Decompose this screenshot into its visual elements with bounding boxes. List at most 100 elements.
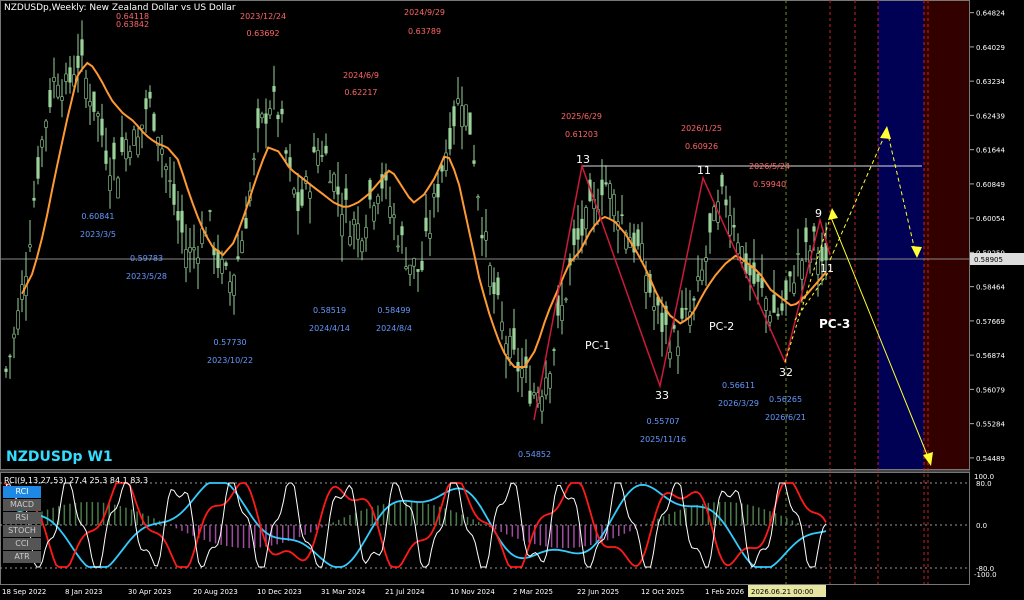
histogram-bar bbox=[483, 524, 486, 525]
histogram-bar bbox=[125, 507, 127, 525]
price-bar bbox=[228, 281, 232, 293]
histogram-bar bbox=[562, 525, 564, 549]
price-bar bbox=[544, 377, 548, 396]
price-bar bbox=[360, 240, 364, 253]
swing-label: 13 bbox=[576, 153, 590, 166]
price-bar bbox=[580, 218, 584, 236]
price-bar bbox=[396, 245, 400, 248]
rci-button[interactable]: RCI bbox=[3, 486, 41, 498]
histogram-bar bbox=[46, 509, 49, 525]
cci-button[interactable]: CCI bbox=[3, 538, 41, 550]
price-bar bbox=[152, 113, 156, 131]
atr-button[interactable]: ATR bbox=[3, 551, 41, 563]
price-tick-label: 0.54489 bbox=[976, 455, 1005, 463]
low-annotation: 0.57730 2023/10/22 bbox=[207, 338, 254, 365]
rsi-button[interactable]: RSI bbox=[3, 512, 41, 524]
histogram-bar bbox=[461, 514, 463, 525]
histogram-bar bbox=[724, 501, 726, 525]
price-bar bbox=[56, 84, 60, 98]
price-bar bbox=[684, 308, 688, 310]
price-bar bbox=[64, 73, 68, 82]
price-bar bbox=[700, 269, 704, 281]
price-bar bbox=[300, 189, 304, 206]
time-tick-label: 18 Sep 2022 bbox=[2, 588, 46, 596]
histogram-bar bbox=[450, 510, 452, 525]
price-bar bbox=[768, 315, 772, 323]
current-price-text: 0.58905 bbox=[974, 256, 1003, 264]
price-bar bbox=[788, 271, 792, 277]
histogram-bar bbox=[590, 525, 592, 546]
price-bar bbox=[132, 129, 136, 146]
price-tick-label: 0.56874 bbox=[976, 352, 1005, 360]
price-bar bbox=[112, 142, 116, 160]
price-bar bbox=[16, 310, 20, 330]
price-bar bbox=[564, 298, 568, 301]
price-bar bbox=[812, 226, 816, 232]
price-tick-label: 0.64824 bbox=[976, 10, 1005, 18]
price-bar bbox=[40, 139, 44, 148]
histogram-bar bbox=[102, 502, 105, 525]
chart-canvas[interactable]: 0.64824 0.64029 0.63234 0.62439 0.61644 0.608… bbox=[0, 0, 1024, 600]
price-bar bbox=[148, 91, 152, 99]
crosshair-time: 2026.06.21 00:00 bbox=[751, 588, 813, 596]
price-bar bbox=[784, 280, 788, 300]
histogram-bar bbox=[170, 525, 172, 526]
price-bar bbox=[776, 313, 780, 317]
histogram-bar bbox=[203, 525, 206, 540]
price-bar bbox=[256, 108, 260, 129]
histogram-bar bbox=[382, 504, 385, 525]
price-bar bbox=[680, 307, 684, 319]
histogram-bar bbox=[455, 512, 458, 525]
histogram-bar bbox=[752, 505, 754, 525]
price-bar bbox=[176, 211, 180, 221]
price-bar bbox=[220, 259, 224, 274]
price-bar bbox=[188, 247, 192, 253]
price-bar bbox=[364, 227, 368, 239]
pattern-label: PC-3 bbox=[819, 317, 851, 331]
price-bar bbox=[344, 188, 348, 200]
price-bar bbox=[456, 98, 460, 104]
price-bar bbox=[68, 67, 72, 83]
histogram-bar bbox=[97, 502, 99, 525]
price-bar bbox=[612, 194, 616, 217]
price-bar bbox=[196, 257, 200, 264]
histogram-bar bbox=[662, 516, 665, 525]
price-bar bbox=[144, 98, 148, 110]
price-bar bbox=[12, 333, 16, 339]
price-bar bbox=[52, 76, 56, 82]
histogram-bar bbox=[69, 503, 71, 525]
histogram-bar bbox=[147, 515, 150, 525]
time-tick-label: 20 Aug 2023 bbox=[193, 588, 238, 596]
histogram-bar bbox=[629, 525, 631, 532]
price-bar bbox=[348, 236, 352, 246]
pattern-label: PC-2 bbox=[709, 320, 735, 333]
histogram-bar bbox=[231, 525, 234, 547]
time-tick-label: 22 Jun 2025 bbox=[577, 588, 619, 596]
macd-button[interactable]: MACD bbox=[3, 499, 41, 511]
price-bar bbox=[696, 276, 700, 282]
histogram-bar bbox=[63, 504, 66, 525]
histogram-bar bbox=[276, 525, 278, 545]
price-bar bbox=[128, 151, 132, 159]
price-bar bbox=[484, 231, 488, 241]
high-annotation: 2024/6/9 0.62217 bbox=[343, 71, 379, 97]
histogram-bar bbox=[242, 525, 245, 549]
stoch-button[interactable]: STOCH bbox=[3, 525, 41, 537]
projection-line bbox=[784, 211, 833, 363]
moving-average-line bbox=[21, 61, 827, 368]
price-bar bbox=[352, 218, 356, 226]
histogram-bar bbox=[494, 525, 497, 530]
price-bar bbox=[620, 214, 624, 216]
price-bar bbox=[108, 175, 112, 191]
price-bar bbox=[280, 108, 284, 115]
price-bar bbox=[208, 210, 212, 212]
price-bar bbox=[408, 264, 412, 275]
price-bar bbox=[84, 77, 88, 100]
price-bar bbox=[528, 390, 532, 404]
price-bar bbox=[240, 240, 244, 253]
histogram-bar bbox=[730, 502, 732, 525]
price-tick-label: 0.60849 bbox=[976, 181, 1005, 189]
histogram-bar bbox=[343, 517, 346, 525]
price-bar bbox=[660, 312, 664, 332]
price-bar bbox=[44, 120, 48, 128]
